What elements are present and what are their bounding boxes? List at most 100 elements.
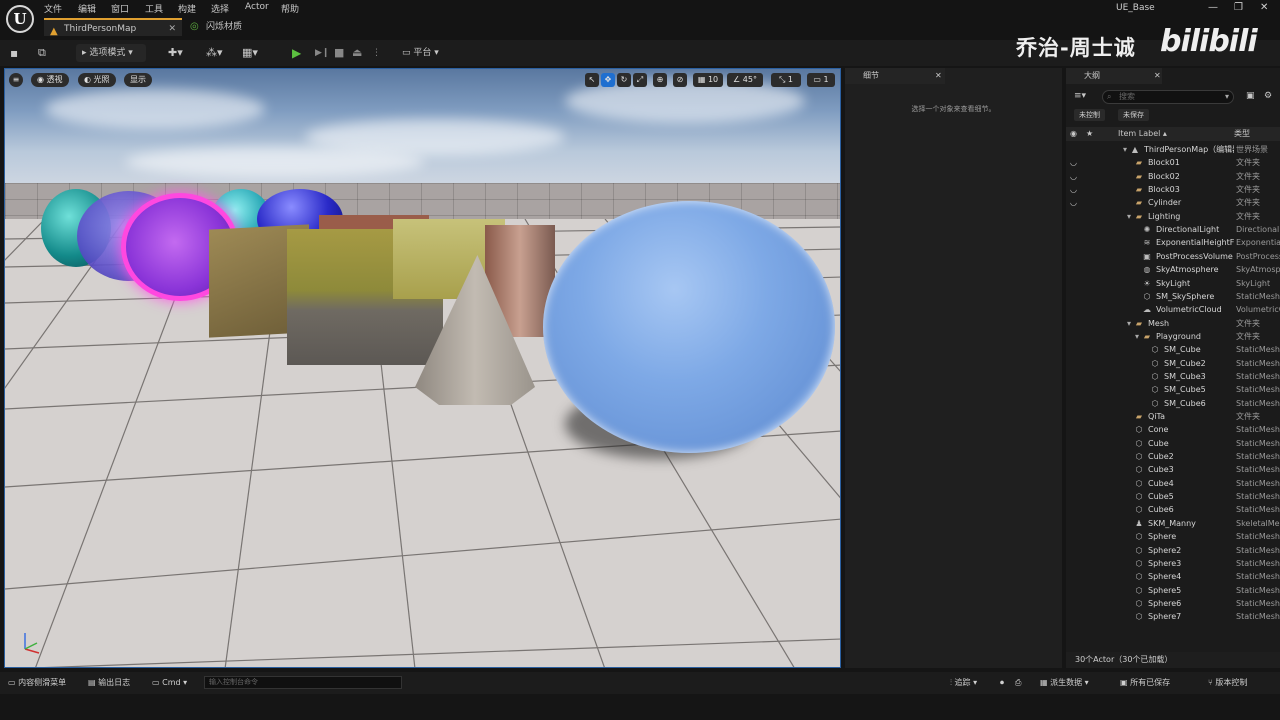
outliner-row[interactable]: ⬡ Sphere3 StaticMeshActor	[1066, 557, 1280, 570]
blueprint-icon[interactable]: ⁂▾	[206, 44, 223, 62]
cmd-dropdown[interactable]: ▭ Cmd ▾	[152, 672, 187, 694]
type-header[interactable]: 类型	[1234, 127, 1250, 141]
source-control-button[interactable]: ⑂ 版本控制	[1208, 672, 1247, 694]
rotate-tool-icon[interactable]: ↻	[617, 73, 631, 87]
tab-flicker-material[interactable]: ◎ 闪烁材质	[186, 18, 306, 36]
unreal-logo-icon[interactable]: U	[6, 5, 34, 33]
outliner-row[interactable]: ≋ ExponentialHeightFogExponentialHeightFo…	[1066, 236, 1280, 249]
level-viewport[interactable]: ≡ ◉ 透视 ◐ 光照 显示 ↖ ✥ ↻ ⤢ ⊕ ⊘ ▦ 10 ∠ 45° ⤡ …	[4, 68, 841, 668]
add-actor-icon[interactable]: ✚▾	[168, 44, 183, 62]
outliner-tab[interactable]: 大纲 ✕	[1066, 68, 1162, 84]
content-drawer-button[interactable]: ▭ 内容侧滑菜单	[8, 672, 66, 694]
visibility-eye-icon[interactable]: ◡	[1070, 196, 1077, 209]
expand-arrow-icon[interactable]: ▾	[1120, 143, 1130, 156]
menu-window[interactable]: 窗口	[111, 2, 129, 15]
step-icon[interactable]: ▶❙	[315, 44, 329, 62]
filter-chip-uncontrolled[interactable]: 未控制	[1074, 109, 1105, 121]
select-mode-dropdown[interactable]: ▸ 选项模式 ▾	[76, 44, 146, 62]
menu-file[interactable]: 文件	[44, 2, 62, 15]
console-command-input[interactable]: 输入控制台命令	[204, 676, 402, 689]
menu-actor[interactable]: Actor	[245, 2, 269, 12]
outliner-row[interactable]: ⬡ SM_Cube3 StaticMeshActor	[1066, 370, 1280, 383]
rotation-snap[interactable]: ∠ 45°	[727, 73, 763, 87]
menu-help[interactable]: 帮助	[281, 2, 299, 15]
details-tab[interactable]: 细节 ✕	[845, 68, 945, 84]
filter-chip-unsaved[interactable]: 未保存	[1118, 109, 1149, 121]
search-input[interactable]: ⌕ 搜索 ▾	[1102, 90, 1234, 104]
outliner-row[interactable]: ⬡ Cube5 StaticMeshActor	[1066, 490, 1280, 503]
outliner-row[interactable]: ⬡ Cube StaticMeshActor	[1066, 437, 1280, 450]
cinematics-icon[interactable]: ▦▾	[242, 44, 258, 62]
grid-snap[interactable]: ▦ 10	[693, 73, 723, 87]
outliner-row[interactable]: ▾ ▰ Lighting 文件夹	[1066, 210, 1280, 223]
menu-edit[interactable]: 编辑	[78, 2, 96, 15]
select-tool-icon[interactable]: ↖	[585, 73, 599, 87]
outliner-row[interactable]: ⬡ Sphere4 StaticMeshActor	[1066, 570, 1280, 583]
outliner-row[interactable]: ⬡ Cube4 StaticMeshActor	[1066, 477, 1280, 490]
scale-snap[interactable]: ⤡ 1	[771, 73, 801, 87]
save-icon[interactable]: ▪	[10, 44, 18, 62]
visibility-eye-icon[interactable]: ◡	[1070, 183, 1077, 196]
trace-dropdown[interactable]: ⫶ 追踪 ▾	[950, 672, 977, 694]
save-status[interactable]: ▣ 所有已保存	[1120, 672, 1170, 694]
maximize-icon[interactable]: ❐	[1234, 2, 1243, 13]
outliner-row[interactable]: ✺ DirectionalLight DirectionalLight	[1066, 223, 1280, 236]
menu-select[interactable]: 选择	[211, 2, 229, 15]
minimize-icon[interactable]: —	[1208, 2, 1218, 13]
menu-tools[interactable]: 工具	[145, 2, 163, 15]
surface-snap-icon[interactable]: ⊘	[673, 73, 687, 87]
outliner-row[interactable]: ⬡ Sphere7 StaticMeshActor	[1066, 610, 1280, 623]
content-browser-icon[interactable]: ⧉	[38, 44, 46, 62]
play-icon[interactable]: ▶	[292, 44, 301, 62]
outliner-row[interactable]: ▰ QiTa 文件夹	[1066, 410, 1280, 423]
expand-arrow-icon[interactable]: ▾	[1124, 210, 1134, 223]
more-options-icon[interactable]: ⋮	[372, 44, 381, 62]
outliner-row[interactable]: ⬡ SM_Cube StaticMeshActor	[1066, 343, 1280, 356]
outliner-row[interactable]: ☁ VolumetricCloud VolumetricCloud	[1066, 303, 1280, 316]
filter-icon[interactable]: ≡▾	[1074, 91, 1086, 101]
add-folder-icon[interactable]: ▣	[1246, 91, 1255, 101]
scale-tool-icon[interactable]: ⤢	[633, 73, 647, 87]
outliner-row[interactable]: ♟ SKM_Manny SkeletalMeshActor	[1066, 517, 1280, 530]
outliner-row[interactable]: ⬡ Cube3 StaticMeshActor	[1066, 463, 1280, 476]
show-button[interactable]: 显示	[124, 73, 152, 87]
expand-arrow-icon[interactable]: ▾	[1124, 317, 1134, 330]
menu-build[interactable]: 构建	[178, 2, 196, 15]
outliner-row[interactable]: ◡ ▰ Block01 文件夹	[1066, 156, 1280, 169]
close-icon[interactable]: ✕	[168, 20, 176, 38]
item-label-header[interactable]: Item Label ▴	[1118, 127, 1167, 141]
outliner-row[interactable]: ⬡ Sphere6 StaticMeshActor	[1066, 597, 1280, 610]
lighting-button[interactable]: ◐ 光照	[78, 73, 116, 87]
outliner-row[interactable]: ⬡ Sphere2 StaticMeshActor	[1066, 544, 1280, 557]
outliner-row[interactable]: ⬡ SM_Cube5 StaticMeshActor	[1066, 383, 1280, 396]
chevron-down-icon[interactable]: ▾	[1225, 91, 1229, 103]
outliner-row[interactable]: ▾▲ ThirdPersonMap（编辑器）世界场景	[1066, 143, 1280, 156]
translate-tool-icon[interactable]: ✥	[601, 73, 615, 87]
outliner-row[interactable]: ◍ SkyAtmosphere SkyAtmosphere	[1066, 263, 1280, 276]
screenshot-icon[interactable]: ⎙	[1015, 672, 1021, 694]
viewport-menu-icon[interactable]: ≡	[9, 73, 23, 87]
tab-thirdpersonmap[interactable]: ▲ ThirdPersonMap ✕	[44, 18, 182, 38]
settings-icon[interactable]: ⚙	[1264, 91, 1272, 101]
output-log-button[interactable]: ▤ 输出日志	[88, 672, 130, 694]
close-icon[interactable]: ✕	[935, 68, 942, 84]
outliner-row[interactable]: ▾ ▰ Mesh 文件夹	[1066, 317, 1280, 330]
outliner-row[interactable]: ⬡ Cube2 StaticMeshActor	[1066, 450, 1280, 463]
outliner-row[interactable]: ◡ ▰ Block02 文件夹	[1066, 170, 1280, 183]
expand-arrow-icon[interactable]: ▾	[1132, 330, 1142, 343]
eject-icon[interactable]: ⏏	[352, 44, 362, 62]
outliner-row[interactable]: ▾ ▰ Playground 文件夹	[1066, 330, 1280, 343]
outliner-row[interactable]: ☀ SkyLight SkyLight	[1066, 277, 1280, 290]
large-blue-sphere[interactable]	[543, 201, 835, 453]
outliner-row[interactable]: ▣ PostProcessVolumePostProcessVolume	[1066, 250, 1280, 263]
outliner-row[interactable]: ◡ ▰ Block03 文件夹	[1066, 183, 1280, 196]
outliner-row[interactable]: ⬡ Cube6 StaticMeshActor	[1066, 503, 1280, 516]
world-local-icon[interactable]: ⊕	[653, 73, 667, 87]
visibility-eye-icon[interactable]: ◡	[1070, 170, 1077, 183]
outliner-row[interactable]: ◡ ▰ Cylinder 文件夹	[1066, 196, 1280, 209]
visibility-eye-icon[interactable]: ◡	[1070, 156, 1077, 169]
perspective-button[interactable]: ◉ 透视	[31, 73, 69, 87]
camera-speed[interactable]: ▭ 1	[807, 73, 835, 87]
outliner-row[interactable]: ⬡ SM_SkySphere StaticMeshActor	[1066, 290, 1280, 303]
outliner-row[interactable]: ⬡ SM_Cube6 StaticMeshActor	[1066, 397, 1280, 410]
